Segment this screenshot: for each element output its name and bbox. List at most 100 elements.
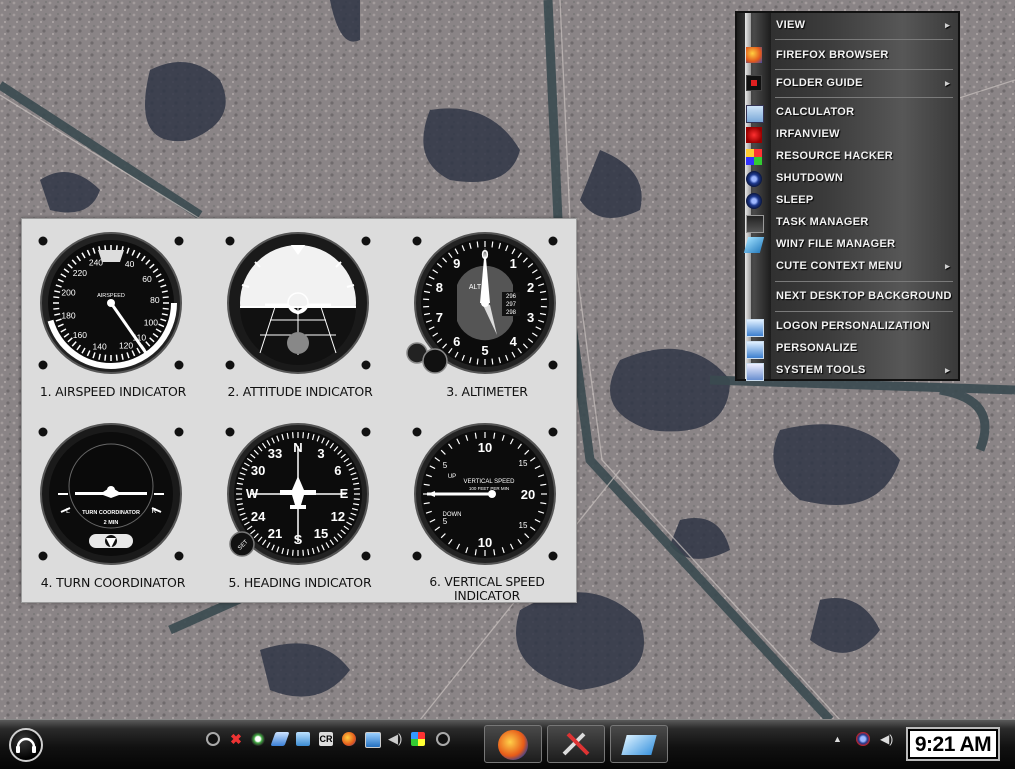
heading-indicator: N36E1215S2124W3033 SET xyxy=(215,416,385,586)
menu-item-label: LOGON PERSONALIZATION xyxy=(776,320,930,332)
vsi-center-text: VERTICAL SPEED xyxy=(463,479,515,485)
altimeter-label: 3. ALTIMETER xyxy=(392,384,582,399)
cr-icon[interactable]: CR xyxy=(319,732,333,746)
gauge-scale-label: 180 xyxy=(61,310,75,320)
gauge-tick xyxy=(53,297,59,298)
paint-icon[interactable] xyxy=(411,732,425,746)
gauge-scale-label: 160 xyxy=(73,330,87,340)
airspeed-indicator: 406080100110120140160180200220240 AIRSPE… xyxy=(28,225,198,395)
close-icon[interactable]: ✖ xyxy=(229,732,243,746)
wrench-screwdriver-icon xyxy=(548,726,604,762)
firefox-task-button[interactable] xyxy=(484,725,542,763)
gauge-tick xyxy=(163,308,169,309)
gauge-scale-label: 4 xyxy=(510,334,518,349)
gauge-tick xyxy=(354,489,360,490)
mail-icon[interactable] xyxy=(270,732,289,746)
gauge-scale-label: 3 xyxy=(317,446,324,461)
start-button[interactable] xyxy=(9,728,43,762)
altimeter: 0123456789 ALT 296 297 298 xyxy=(402,225,572,395)
vsi-20: 20 xyxy=(521,487,535,502)
vertical-speed-indicator: 10 10 20 5 5 15 15 UP DOWN VERTICAL SPEE… xyxy=(402,416,572,586)
gauge-tick xyxy=(477,359,478,365)
gauge-scale-label: 2 xyxy=(527,280,534,295)
menu-separator xyxy=(775,69,953,70)
gauge-tick xyxy=(236,489,242,490)
gauge-scale-label: 12 xyxy=(331,509,345,524)
gauge-tick xyxy=(492,241,493,247)
turn-right-mark: R xyxy=(151,508,156,515)
menu-item-cute-context-menu[interactable]: CUTE CONTEXT MENU▸ xyxy=(771,255,958,277)
quick-launch-right-cap-icon xyxy=(436,732,450,746)
vsi-label: 6. VERTICAL SPEED INDICATOR xyxy=(397,575,577,603)
menu-item-next-desktop-background[interactable]: NEXT DESKTOP BACKGROUND xyxy=(771,285,958,307)
menu-item-resource-hacker[interactable]: RESOURCE HACKER xyxy=(771,145,958,167)
menu-item-firefox-browser[interactable]: FIREFOX BROWSER xyxy=(771,44,958,66)
gauge-scale-label: 15 xyxy=(314,526,328,541)
attitude-label: 2. ATTITUDE INDICATOR xyxy=(205,384,395,399)
volume-icon[interactable]: ◀) xyxy=(388,732,402,746)
network-status-icon[interactable] xyxy=(856,732,870,746)
menu-item-view[interactable]: VIEW▸ xyxy=(771,14,958,36)
firefox-icon[interactable] xyxy=(342,732,356,746)
menu-item-personalize[interactable]: PERSONALIZE xyxy=(771,337,958,359)
vsi-down-label: DOWN xyxy=(443,512,462,518)
turn-left-mark: L xyxy=(66,508,70,515)
gauge-scale-label: 21 xyxy=(268,526,282,541)
menu-item-task-manager[interactable]: TASK MANAGER xyxy=(771,211,958,233)
vsi-up-label: UP xyxy=(448,474,456,480)
tools-task-button[interactable] xyxy=(547,725,605,763)
resource-hacker-icon xyxy=(746,149,762,165)
calculator-icon xyxy=(746,105,764,123)
vsi-15-down: 15 xyxy=(519,521,528,530)
vsi-subtext: 100 FEET PER MIN xyxy=(469,486,509,491)
menu-item-calculator[interactable]: CALCULATOR xyxy=(771,101,958,123)
kollsman-value-1: 296 xyxy=(506,294,517,300)
menu-item-label: RESOURCE HACKER xyxy=(776,150,893,162)
turn-coordinator-label: 4. TURN COORDINATOR xyxy=(18,575,208,590)
gauge-tick xyxy=(116,355,117,361)
speaker-icon[interactable]: ◀) xyxy=(880,732,894,746)
submenu-arrow-icon: ▸ xyxy=(945,255,950,277)
show-hidden-icons-arrow[interactable]: ▲ xyxy=(833,732,847,746)
menu-item-irfanview[interactable]: IRFANVIEW xyxy=(771,123,958,145)
gauge-scale-label: 100 xyxy=(144,318,158,328)
gauge-scale-label: 140 xyxy=(93,342,107,352)
menu-item-win7-file-manager[interactable]: WIN7 FILE MANAGER xyxy=(771,233,958,255)
gauge-tick xyxy=(53,308,59,309)
gauge-tick xyxy=(492,359,493,365)
folder-icon[interactable] xyxy=(296,732,310,746)
system-tools-icon xyxy=(746,363,764,381)
menu-separator xyxy=(775,281,953,282)
explorer-task-button[interactable] xyxy=(610,725,668,763)
explorer-icon xyxy=(621,735,656,755)
gauge-scale-label: 80 xyxy=(150,295,160,305)
network-icon[interactable] xyxy=(251,732,265,746)
menu-separator xyxy=(775,311,953,312)
gauge-scale-label: 220 xyxy=(73,268,87,278)
airspeed-label: 1. AIRSPEED INDICATOR xyxy=(18,384,208,399)
menu-item-logon-personalization[interactable]: LOGON PERSONALIZATION xyxy=(771,315,958,337)
menu-separator xyxy=(775,39,953,40)
taskbar-clock[interactable]: 9:21 AM xyxy=(908,729,998,759)
gauge-tick xyxy=(303,432,304,438)
gauge-tick xyxy=(236,499,242,500)
airspeed-center-text: AIRSPEED xyxy=(97,293,125,299)
quick-launch-left-cap-icon xyxy=(206,732,220,746)
menu-item-shutdown[interactable]: SHUTDOWN xyxy=(771,167,958,189)
vsi-5-up: 5 xyxy=(443,461,448,470)
menu-item-sleep[interactable]: SLEEP xyxy=(771,189,958,211)
heading-label: 5. HEADING INDICATOR xyxy=(205,575,395,590)
shutdown-icon xyxy=(746,171,762,187)
submenu-arrow-icon: ▸ xyxy=(945,72,950,94)
menu-item-folder-guide[interactable]: FOLDER GUIDE▸ xyxy=(771,72,958,94)
turn-coordinator-text: TURN COORDINATOR xyxy=(82,510,140,516)
menu-item-system-tools[interactable]: SYSTEM TOOLS▸ xyxy=(771,359,958,381)
gauge-scale-label: 3 xyxy=(527,310,534,325)
vsi-5-down: 5 xyxy=(443,517,448,526)
menu-item-label: VIEW xyxy=(776,19,805,31)
monitor-icon[interactable] xyxy=(365,732,381,748)
logon-icon xyxy=(746,319,764,337)
gauge-scale-label: 33 xyxy=(268,446,282,461)
gauge-scale-label: 8 xyxy=(436,280,443,295)
gauge-scale-label: 7 xyxy=(436,310,443,325)
